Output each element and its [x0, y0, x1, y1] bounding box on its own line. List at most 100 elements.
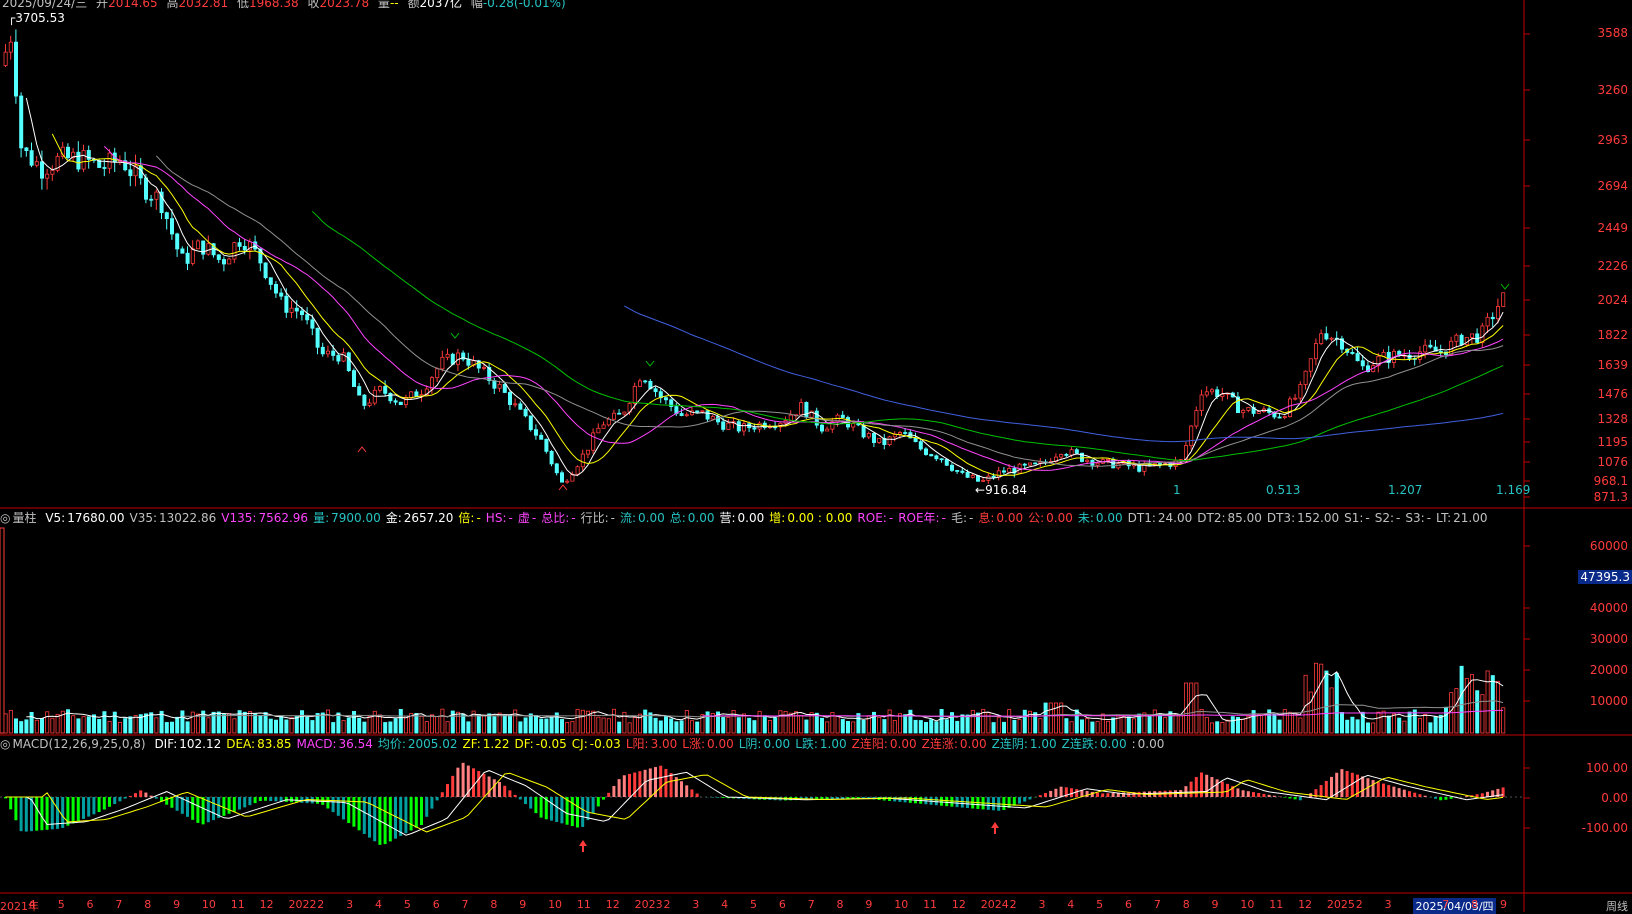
- volume-bar: [29, 711, 34, 734]
- indicator-key: L跌:: [795, 737, 818, 751]
- volume-bar: [851, 721, 856, 734]
- volume-bar: [877, 716, 882, 734]
- indicator-value: 0.00: [889, 737, 917, 751]
- candle-body: [944, 458, 949, 466]
- volume-bar: [253, 713, 258, 734]
- volume-bar: [653, 717, 658, 734]
- volume-bar: [1371, 722, 1376, 734]
- indicator-value: 36.54: [338, 737, 373, 751]
- indicator-item: DIF: 102.12: [154, 737, 221, 751]
- indicator-key: 总比:: [541, 511, 570, 525]
- volume-bar: [1418, 718, 1423, 734]
- volume-bar: [1152, 709, 1157, 734]
- candle-body: [227, 258, 232, 265]
- volume-bar: [835, 715, 840, 734]
- candle-body: [1470, 333, 1475, 338]
- candle-body: [924, 448, 929, 455]
- candle-body: [45, 173, 50, 179]
- candle-body: [206, 243, 211, 255]
- candle-body: [66, 146, 71, 159]
- volume-bar: [960, 714, 965, 734]
- axis-tick-label: 40000: [1589, 601, 1628, 615]
- candle-body: [185, 252, 190, 264]
- axis-tick-label: 10000: [1589, 694, 1628, 708]
- volume-bar: [1017, 719, 1022, 734]
- candle-body: [638, 380, 643, 387]
- peak-annotation: ┌3705.53: [8, 11, 65, 25]
- indicator-key: Z连跌:: [1061, 737, 1098, 751]
- volume-bar: [377, 714, 382, 734]
- axis-tick-label: 30000: [1589, 632, 1628, 646]
- date-tick: 8: [1182, 898, 1190, 911]
- volume-bar: [284, 719, 289, 734]
- low-arrow-icon: ←: [975, 483, 986, 497]
- axis-tick-label: 2024: [1597, 293, 1628, 307]
- candle-body: [398, 401, 403, 406]
- volume-bar: [970, 709, 975, 734]
- low-label: 低: [236, 0, 249, 10]
- date-tick: 10: [548, 898, 563, 911]
- indicator-value: 3.00: [650, 737, 678, 751]
- date-tick: 11: [576, 898, 591, 911]
- macd-collapse-icon[interactable]: ◎: [0, 737, 10, 751]
- macd-info-bar: ◎ MACD(12,26,9,25,0,8) DIF: 102.12 DEA: 83.8…: [0, 736, 1174, 752]
- volume-bar: [534, 714, 539, 734]
- volume-bar: [227, 713, 232, 734]
- volume-collapse-icon[interactable]: ◎: [0, 511, 10, 525]
- candle-body: [1189, 425, 1194, 446]
- indicator-item: Z连跌: 0.00: [1062, 737, 1127, 751]
- candle-body: [1324, 333, 1329, 340]
- volume-bar: [1210, 722, 1215, 734]
- volume-bar: [726, 716, 731, 734]
- candle-body: [331, 350, 336, 356]
- candle-body: [8, 41, 13, 53]
- indicator-value: 0.00 : 0.00: [787, 511, 853, 525]
- peak-value: 3705.53: [15, 11, 65, 25]
- volume-bar: [232, 718, 237, 734]
- indicator-value: 17680.00: [67, 511, 125, 525]
- volume-bar: [1334, 672, 1339, 734]
- volume-bar: [1246, 715, 1251, 734]
- candle-body: [466, 358, 471, 366]
- indicator-key: DT2:: [1197, 511, 1226, 525]
- candle-body: [617, 412, 622, 415]
- candle-body: [1360, 360, 1365, 367]
- candle-body: [664, 397, 669, 401]
- indicator-item: 均价: 2005.02: [378, 737, 458, 751]
- indicator-value: 0.00: [763, 737, 791, 751]
- volume-bar: [924, 722, 929, 734]
- volume-bar: [429, 714, 434, 734]
- volume-bar: [570, 721, 575, 734]
- candle-body: [507, 392, 512, 406]
- indicator-value: -: [941, 511, 946, 525]
- indicator-item: Z连涨: 0.00: [922, 737, 987, 751]
- indicator-value: 0.00: [1046, 511, 1073, 525]
- date-tick: 11: [1269, 898, 1284, 911]
- volume-bar: [1303, 674, 1308, 734]
- axis-tick-label: 2963: [1597, 133, 1628, 147]
- candle-body: [336, 355, 341, 362]
- candle-body: [1293, 397, 1298, 400]
- volume-bar: [76, 718, 81, 734]
- indicator-key: ROE:: [857, 511, 887, 525]
- candle-body: [736, 421, 741, 432]
- indicator-item: DF: -0.05: [514, 737, 566, 751]
- candle-body: [820, 424, 825, 432]
- candle-body: [1480, 325, 1485, 343]
- candle-body: [560, 472, 565, 483]
- chart-canvas[interactable]: [0, 0, 1632, 912]
- candle-body: [653, 388, 658, 393]
- indicator-key: 增:: [769, 511, 786, 525]
- indicator-value: -: [571, 511, 576, 525]
- indicator-item: 流: 0.00: [620, 511, 665, 525]
- candle-body: [612, 412, 617, 420]
- date-tick: 9: [1211, 898, 1219, 911]
- volume-bar: [258, 715, 263, 734]
- candle-body: [825, 428, 830, 432]
- indicator-value: -: [531, 511, 537, 525]
- axis-tick-label: 100.00: [1586, 761, 1628, 775]
- volume-bar: [424, 721, 429, 734]
- candle-body: [742, 423, 747, 432]
- candle-body: [1256, 411, 1261, 414]
- volume-current-value: 47395.3: [1578, 570, 1632, 584]
